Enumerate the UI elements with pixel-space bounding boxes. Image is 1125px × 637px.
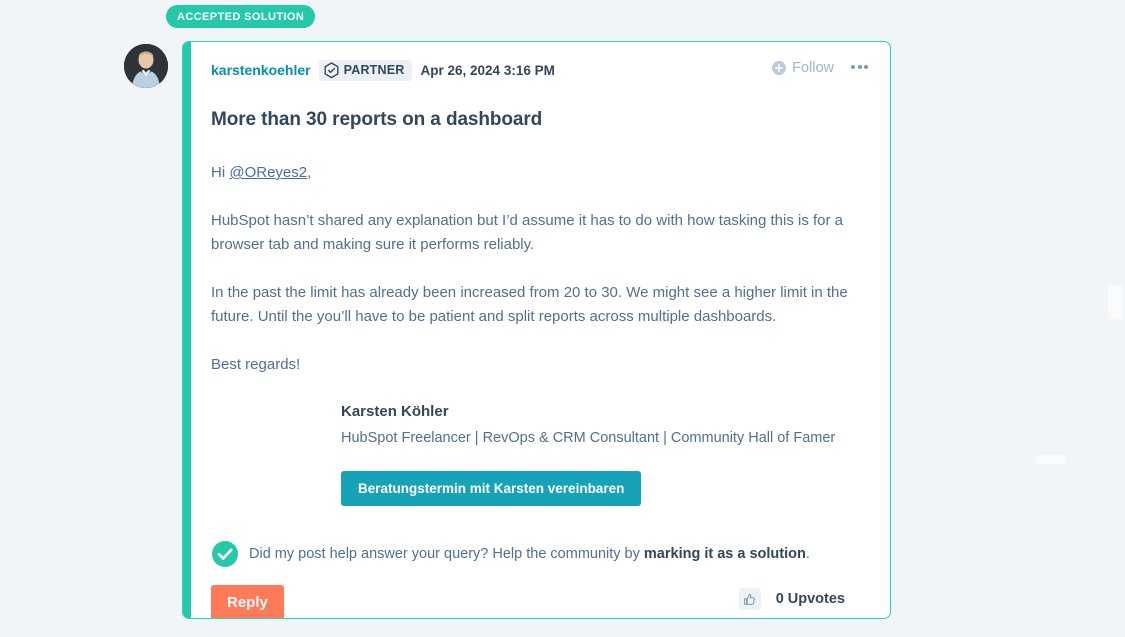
thumbs-up-icon: [744, 593, 756, 605]
follow-button[interactable]: Follow: [772, 60, 834, 76]
signature-role: HubSpot Freelancer | RevOps & CRM Consul…: [341, 430, 836, 446]
booking-cta-button[interactable]: Beratungstermin mit Karsten vereinbaren: [341, 471, 642, 506]
upvote-area: 0 Upvotes: [738, 588, 845, 610]
follow-label: Follow: [792, 60, 834, 76]
signature-name: Karsten Köhler: [341, 403, 449, 420]
solution-text-after: .: [805, 546, 810, 562]
greeting-suffix: ,: [307, 164, 312, 181]
mention-link[interactable]: @OReyes2: [229, 164, 307, 181]
signature-block: Karsten Köhler HubSpot Freelancer | RevO…: [341, 401, 868, 506]
solution-prompt: Did my post help answer your query? Help…: [211, 540, 868, 568]
post-card: karstenkoehler PARTNER Apr 26, 2024 3:16…: [182, 41, 891, 619]
check-circle-icon: [212, 541, 238, 567]
ellipsis-icon: [864, 64, 868, 69]
greeting-prefix: Hi: [211, 164, 230, 181]
upvote-button[interactable]: [738, 588, 761, 610]
accepted-solution-label: ACCEPTED SOLUTION: [177, 10, 305, 23]
post-card-content: karstenkoehler PARTNER Apr 26, 2024 3:16…: [191, 42, 890, 618]
page-title: More than 30 reports on a dashboard: [211, 109, 543, 130]
reply-button[interactable]: Reply: [211, 584, 284, 618]
background-artifact: [1036, 455, 1066, 464]
body-paragraph-2: In the past the limit has already been i…: [211, 284, 848, 325]
post-header: karstenkoehler PARTNER Apr 26, 2024 3:16…: [211, 58, 868, 82]
post-header-actions: Follow: [772, 60, 868, 76]
background-artifact: [1108, 285, 1122, 319]
upvote-count: 0 Upvotes: [775, 591, 845, 607]
accepted-solution-badge: ACCEPTED SOLUTION: [166, 5, 316, 28]
solution-prompt-text: Did my post help answer your query? Help…: [249, 546, 810, 562]
ellipsis-icon: [857, 64, 862, 69]
post-date: Apr 26, 2024 3:16 PM: [420, 62, 555, 78]
ellipsis-icon: [851, 64, 855, 69]
hexagon-check-icon: [324, 61, 339, 78]
plus-circle-icon: [772, 61, 787, 75]
post-body: Hi @OReyes2, HubSpot hasn’t shared any e…: [211, 161, 868, 506]
partner-badge: PARTNER: [318, 59, 412, 81]
accepted-solution-accent-bar: [183, 42, 191, 618]
greeting-paragraph: Hi @OReyes2,: [211, 161, 861, 185]
body-paragraph-1: HubSpot hasn’t shared any explanation bu…: [211, 212, 844, 253]
solution-text-before: Did my post help answer your query? Help…: [249, 546, 644, 562]
avatar[interactable]: [124, 44, 168, 88]
more-options-button[interactable]: [851, 64, 868, 72]
solution-text-bold: marking it as a solution: [643, 546, 806, 562]
partner-badge-label: PARTNER: [343, 63, 405, 77]
user-avatar-photo: [124, 44, 168, 88]
post-footer: Reply 0 Upvotes: [211, 584, 868, 618]
body-closing: Best regards!: [211, 356, 301, 373]
author-link[interactable]: karstenkoehler: [211, 62, 311, 78]
